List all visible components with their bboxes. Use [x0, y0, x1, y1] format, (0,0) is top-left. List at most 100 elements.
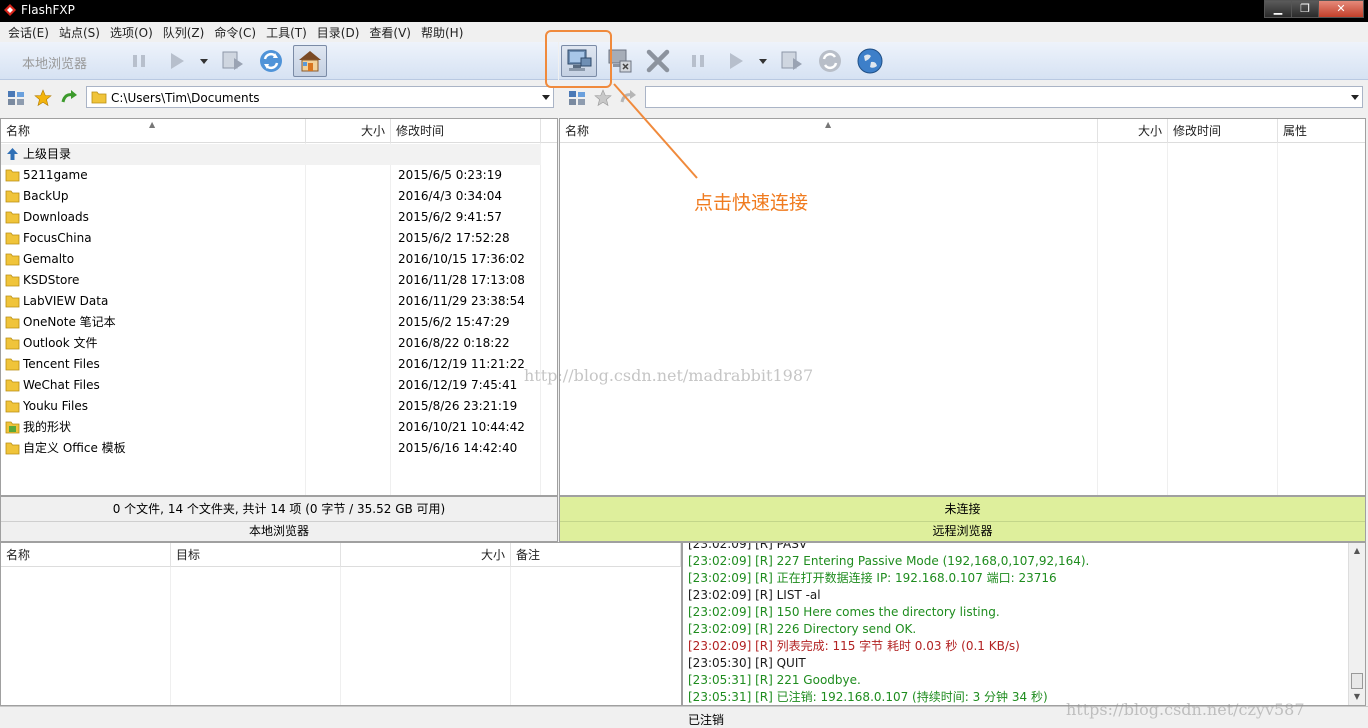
folder-icon — [5, 400, 20, 413]
queue-column-target[interactable]: 目标 — [171, 543, 341, 567]
menu-commands[interactable]: 命令(C) — [210, 22, 260, 42]
remote-pause-button[interactable] — [683, 46, 713, 76]
table-row[interactable]: WeChat Files 2016/12/19 7:45:41 — [1, 375, 557, 396]
local-transfer-button[interactable] — [162, 46, 192, 76]
globe-icon — [857, 48, 883, 74]
menu-view[interactable]: 查看(V) — [365, 22, 415, 42]
log-line: [23:02:09] [R] 列表完成: 115 字节 耗时 0.03 秒 (0… — [688, 639, 1020, 653]
table-row[interactable]: FocusChina 2015/6/2 17:52:28 — [1, 228, 557, 249]
menu-sites[interactable]: 站点(S) — [55, 22, 104, 42]
session-log[interactable]: [23:02:09] [R] PASV [23:02:09] [R] 227 En… — [682, 542, 1366, 706]
local-pause-button[interactable] — [124, 46, 154, 76]
table-row[interactable]: 自定义 Office 模板 2015/6/16 14:42:40 — [1, 438, 557, 459]
star-favorites-icon[interactable] — [594, 89, 612, 107]
file-size — [306, 354, 386, 375]
table-row[interactable]: 5211game 2015/6/5 0:23:19 — [1, 165, 557, 186]
table-row[interactable]: KSDStore 2016/11/28 17:13:08 — [1, 270, 557, 291]
remote-file-list-header: 名称 ▲ 大小 修改时间 属性 — [560, 119, 1365, 143]
table-row[interactable]: Tencent Files 2016/12/19 11:21:22 — [1, 354, 557, 375]
menu-tools[interactable]: 工具(T) — [262, 22, 311, 42]
column-header-size[interactable]: 大小 — [306, 119, 391, 143]
table-row[interactable]: Gemalto 2016/10/15 17:36:02 — [1, 249, 557, 270]
transfer-queue[interactable]: 名称 目标 大小 备注 — [0, 542, 682, 706]
file-modified: 2015/6/16 14:42:40 — [398, 441, 518, 455]
table-row[interactable]: OneNote 笔记本 2015/6/2 15:47:29 — [1, 312, 557, 333]
chevron-down-icon[interactable] — [1351, 95, 1359, 101]
remote-refresh-list-button[interactable] — [777, 46, 807, 76]
queue-column-size[interactable]: 大小 — [341, 543, 511, 567]
menu-options[interactable]: 选项(O) — [106, 22, 157, 42]
parent-directory-arrow-icon[interactable] — [619, 89, 637, 107]
table-row[interactable]: BackUp 2016/4/3 0:34:04 — [1, 186, 557, 207]
table-row[interactable]: 我的形状 2016/10/21 10:44:42 — [1, 417, 557, 438]
chevron-down-icon[interactable] — [542, 95, 550, 101]
remote-path-combo[interactable] — [645, 86, 1363, 108]
folder-transfer-icon — [781, 51, 802, 70]
column-header-modified[interactable]: 修改时间 — [1168, 119, 1278, 143]
local-home-button[interactable] — [293, 45, 327, 77]
play-icon — [171, 53, 184, 69]
scroll-down-arrow-icon[interactable]: ▼ — [1349, 689, 1365, 705]
remote-connection-status: 未连接 — [944, 502, 981, 516]
scroll-up-arrow-icon[interactable]: ▲ — [1349, 543, 1365, 559]
menu-help[interactable]: 帮助(H) — [417, 22, 467, 42]
globe-button[interactable] — [855, 46, 885, 76]
column-header-attributes[interactable]: 属性 — [1278, 119, 1365, 143]
local-file-list[interactable]: 名称 ▲ 大小 修改时间 上级目录 5211game 2015/6/5 0:23:1… — [0, 118, 558, 496]
column-header-size[interactable]: 大小 — [1098, 119, 1168, 143]
file-name: 5211game — [23, 168, 88, 182]
pause-icon — [133, 55, 145, 67]
chevron-down-icon[interactable] — [758, 56, 768, 66]
tree-view-icon[interactable] — [568, 89, 586, 107]
flashfxp-logo-icon — [4, 4, 16, 16]
remote-file-list[interactable]: 名称 ▲ 大小 修改时间 属性 — [559, 118, 1366, 496]
chevron-down-icon[interactable] — [199, 56, 209, 66]
log-scrollbar[interactable]: ▲ ▼ — [1348, 543, 1365, 705]
menu-queue[interactable]: 队列(Z) — [159, 22, 209, 42]
queue-column-name[interactable]: 名称 — [1, 543, 171, 567]
remote-address-bar — [559, 80, 1368, 118]
abort-button[interactable] — [643, 46, 673, 76]
file-modified: 2016/8/22 0:18:22 — [398, 336, 510, 350]
column-divider — [1097, 143, 1098, 495]
quick-connect-button[interactable] — [561, 45, 597, 77]
table-row[interactable]: Downloads 2015/6/2 9:41:57 — [1, 207, 557, 228]
scroll-thumb[interactable] — [1351, 673, 1363, 689]
menu-directory[interactable]: 目录(D) — [313, 22, 364, 42]
close-window-button[interactable]: ✕ — [1318, 0, 1364, 18]
status-bar-text: 已注销 — [688, 713, 725, 727]
log-line: [23:02:09] [R] 227 Entering Passive Mode… — [688, 554, 1090, 568]
log-line: [23:05:31] [R] 已注销: 192.168.0.107 (持续时间:… — [688, 690, 1048, 704]
tree-view-icon[interactable] — [7, 89, 25, 107]
x-icon — [646, 49, 670, 73]
local-status-panel: 0 个文件, 14 个文件夹, 共计 14 项 (0 字节 / 35.52 GB… — [0, 496, 558, 542]
local-path-combo[interactable]: C:\Users\Tim\Documents — [86, 86, 554, 108]
menu-session[interactable]: 会话(E) — [4, 22, 53, 42]
queue-column-note[interactable]: 备注 — [511, 543, 681, 567]
star-favorites-icon[interactable] — [34, 89, 52, 107]
folder-icon — [5, 190, 20, 203]
remote-toolbar — [559, 42, 1368, 80]
local-refresh-list-button[interactable] — [218, 46, 248, 76]
disconnect-computer-icon — [608, 49, 632, 73]
menu-bar: 会话(E) 站点(S) 选项(O) 队列(Z) 命令(C) 工具(T) 目录(D… — [0, 22, 1368, 42]
table-row[interactable]: LabVIEW Data 2016/11/29 23:38:54 — [1, 291, 557, 312]
maximize-button[interactable]: ❐ — [1291, 0, 1319, 18]
file-name: Youku Files — [23, 399, 89, 413]
table-row[interactable]: Outlook 文件 2016/8/22 0:18:22 — [1, 333, 557, 354]
parent-directory-arrow-icon[interactable] — [60, 89, 78, 107]
file-size — [306, 396, 386, 417]
table-row[interactable]: Youku Files 2015/8/26 23:21:19 — [1, 396, 557, 417]
parent-directory-row[interactable]: 上级目录 — [1, 144, 541, 165]
remote-refresh-button[interactable] — [815, 46, 845, 76]
file-size — [306, 438, 386, 459]
column-header-modified[interactable]: 修改时间 — [391, 119, 541, 143]
local-refresh-button[interactable] — [256, 46, 286, 76]
file-modified: 2015/6/2 15:47:29 — [398, 315, 510, 329]
file-name: 我的形状 — [23, 420, 72, 434]
remote-transfer-button[interactable] — [721, 46, 751, 76]
folder-icon — [5, 337, 20, 350]
disconnect-button[interactable] — [605, 46, 635, 76]
minimize-button[interactable]: ▁ — [1264, 0, 1292, 18]
column-divider — [340, 567, 341, 705]
